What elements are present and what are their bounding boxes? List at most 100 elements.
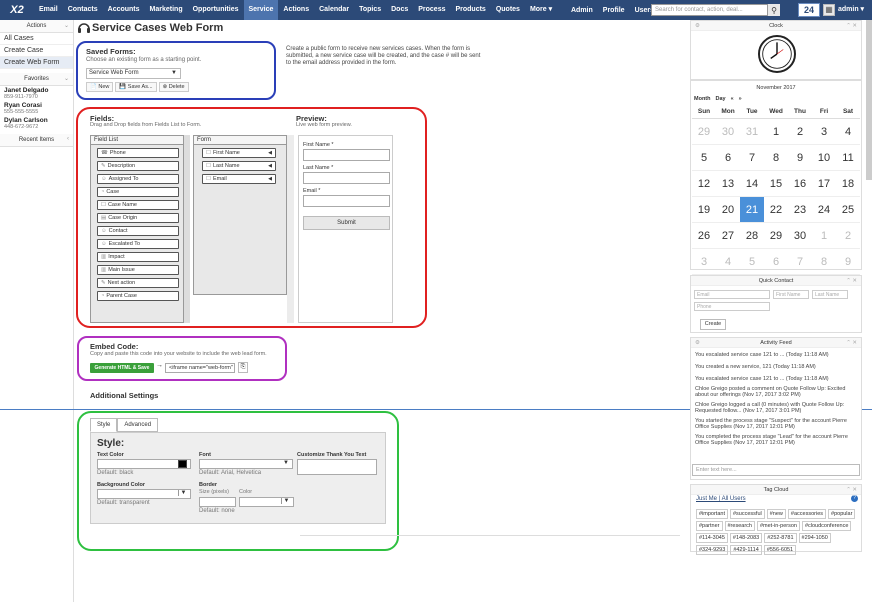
field-list-item[interactable]: ☺ Contact (97, 226, 179, 236)
gear-icon[interactable]: ⚙ (695, 338, 700, 348)
nav-item[interactable]: Products (450, 0, 490, 20)
global-search-input[interactable]: Search for contact, action, deal... (651, 4, 768, 16)
preview-submit-button[interactable]: Submit (303, 216, 390, 230)
calendar-day[interactable]: 30 (716, 119, 740, 145)
field-list-item[interactable]: ▥ Impact (97, 252, 179, 262)
field-list-item[interactable]: ▥ Main Issue (97, 265, 179, 275)
preview-email-input[interactable] (303, 195, 390, 207)
remove-field-icon[interactable]: ◀ (268, 175, 272, 183)
field-list-scrollbar[interactable] (184, 135, 190, 323)
calendar-day[interactable]: 8 (764, 145, 788, 171)
tag-item[interactable]: #556-6051 (763, 545, 797, 555)
qc-create-button[interactable]: Create (700, 319, 726, 330)
calendar-day[interactable]: 7 (788, 249, 812, 275)
text-color-input[interactable] (97, 459, 191, 469)
activity-text-input[interactable]: Enter text here... (692, 464, 860, 476)
calendar-day[interactable]: 10 (812, 145, 836, 171)
border-color-input[interactable]: ▼ (239, 497, 294, 507)
field-list-item[interactable]: ✎ Description (97, 161, 179, 171)
saved-form-select[interactable]: Service Web Form ▼ (86, 68, 181, 79)
tag-filter-links[interactable]: Just Me | All Users (696, 496, 746, 502)
sidebar-item-create-case[interactable]: Create Case (0, 45, 73, 57)
calendar-day[interactable]: 13 (716, 171, 740, 197)
nav-item[interactable]: Actions (278, 0, 314, 20)
favorite-item[interactable]: Ryan Corasi 555-555-5555 (0, 101, 73, 116)
nav-item[interactable]: Topics (354, 0, 386, 20)
form-field-item[interactable]: ☐ Email ◀ (202, 174, 276, 184)
form-field-item[interactable]: ☐ Last Name ◀ (202, 161, 276, 171)
user-menu[interactable]: admin ▾ (838, 0, 864, 20)
tag-item[interactable]: #met-in-person (756, 521, 800, 531)
copy-icon[interactable]: ⎘ (238, 362, 248, 373)
calendar-day[interactable]: 19 (692, 197, 716, 223)
calendar-day[interactable]: 14 (740, 171, 764, 197)
calendar-day[interactable]: 17 (812, 171, 836, 197)
field-list-item[interactable]: ☺ Escalated To (97, 239, 179, 249)
calendar-day[interactable]: 26 (692, 223, 716, 249)
tag-item[interactable]: #294-1050 (798, 533, 831, 543)
chevron-down-icon[interactable]: ⌄ (64, 22, 69, 29)
calendar-day[interactable]: 18 (836, 171, 860, 197)
thank-you-textarea[interactable] (297, 459, 377, 475)
calendar-day[interactable]: 6 (716, 145, 740, 171)
close-icon[interactable]: ⌃ ✕ (846, 485, 857, 495)
calendar-day[interactable]: 4 (716, 249, 740, 275)
field-list-item[interactable]: ☺ Assigned To (97, 174, 179, 184)
nav-item[interactable]: Docs (386, 0, 413, 20)
calendar-day[interactable]: 31 (740, 119, 764, 145)
close-icon[interactable]: ⌃ ✕ (846, 276, 857, 286)
calendar-day[interactable]: 15 (764, 171, 788, 197)
calendar-day[interactable]: 28 (740, 223, 764, 249)
field-list-item[interactable]: ◔ Parent Case (97, 291, 179, 301)
calendar-month-view[interactable]: Month (694, 96, 711, 102)
nav-item[interactable]: Process (413, 0, 450, 20)
gear-icon[interactable]: ⚙ (695, 21, 700, 31)
calendar-day[interactable]: 8 (812, 249, 836, 275)
font-select[interactable]: ▼ (199, 459, 293, 469)
nav-item[interactable]: Opportunities (188, 0, 244, 20)
remove-field-icon[interactable]: ◀ (268, 162, 272, 170)
favorite-item[interactable]: Dylan Carlson 448-672-9672 (0, 116, 73, 131)
calendar-day[interactable]: 6 (764, 249, 788, 275)
tag-item[interactable]: #partner (696, 521, 723, 531)
activity-item[interactable]: You escalated service case 121 to ... (T… (695, 352, 855, 358)
tag-item[interactable]: #cloudconference (801, 521, 852, 531)
calendar-day[interactable]: 20 (716, 197, 740, 223)
favorite-item[interactable]: Janet Delgado 859-911-7970 (0, 86, 73, 101)
nav-item[interactable]: More ▾ (525, 0, 557, 20)
tag-item[interactable]: #accessories (787, 509, 827, 519)
generate-html-button[interactable]: Generate HTML & Save (90, 363, 154, 373)
calendar-next[interactable]: » (739, 96, 742, 102)
activity-item[interactable]: You created a new service, 121 (Today 11… (695, 364, 855, 370)
calendar-day[interactable]: 24 (812, 197, 836, 223)
tag-item[interactable]: #new (766, 509, 786, 519)
calendar-prev[interactable]: « (731, 96, 734, 102)
preview-first-name-input[interactable] (303, 149, 390, 161)
border-size-input[interactable] (199, 497, 236, 507)
qc-last-name-input[interactable]: Last Name (812, 290, 848, 299)
sidebar-item-all-cases[interactable]: All Cases (0, 33, 73, 45)
close-icon[interactable]: ⌃ ✕ (846, 21, 857, 31)
tag-item[interactable]: #148-2083 (729, 533, 763, 543)
activity-item[interactable]: Chloe Greigo posted a comment on Quote F… (695, 386, 855, 398)
chevron-left-icon[interactable]: ‹ (67, 136, 69, 142)
sidebar-item-create-web-form[interactable]: Create Web Form (0, 57, 73, 69)
calendar-day[interactable]: 3 (812, 119, 836, 145)
field-list-item[interactable]: ☐ Case Name (97, 200, 179, 210)
calendar-day[interactable]: 30 (788, 223, 812, 249)
activity-item[interactable]: You escalated service case 121 to ... (T… (695, 376, 855, 382)
chevron-down-icon[interactable]: ⌄ (64, 75, 69, 82)
nav-profile[interactable]: Profile (598, 7, 630, 14)
tab-advanced[interactable]: Advanced (117, 418, 159, 432)
activity-item[interactable]: You completed the process stage "Lead" f… (695, 434, 855, 446)
text-color-swatch[interactable] (178, 460, 187, 468)
delete-button[interactable]: ⊗ Delete (158, 82, 189, 92)
qc-email-input[interactable]: Email (694, 290, 770, 299)
close-icon[interactable]: ⌃ ✕ (846, 338, 857, 348)
calendar-day[interactable]: 12 (692, 171, 716, 197)
calendar-day[interactable]: 5 (692, 145, 716, 171)
calendar-day[interactable]: 9 (836, 249, 860, 275)
notification-count[interactable]: 24 (798, 3, 820, 17)
app-logo[interactable]: X2 (0, 0, 34, 20)
actions-header[interactable]: Actions ⌄ (0, 20, 73, 33)
